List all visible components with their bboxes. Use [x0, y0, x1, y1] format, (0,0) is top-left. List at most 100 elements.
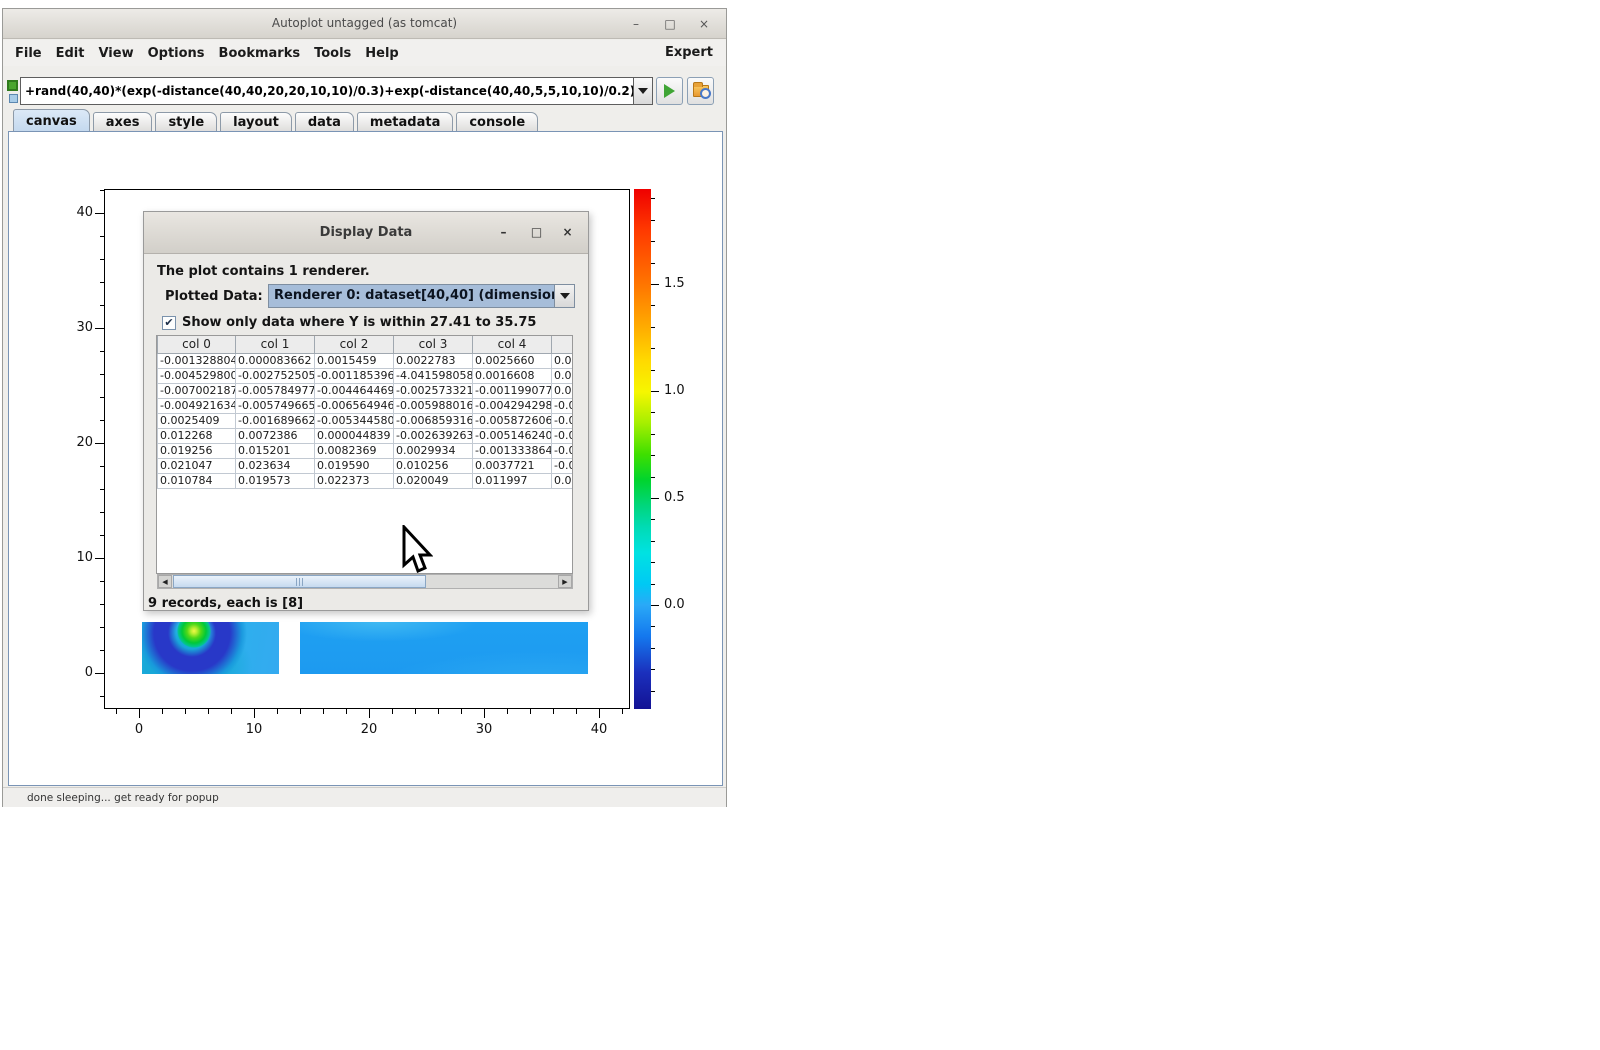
minimize-icon[interactable]: – [626, 14, 646, 34]
table-row[interactable]: -0.007002187...-0.005784977...-0.0044644… [158, 383, 574, 398]
colorbar-minor-tick [651, 198, 655, 199]
table-row[interactable]: 0.0210470.0236340.0195900.0102560.003772… [158, 458, 574, 473]
colorbar-minor-tick [651, 562, 655, 563]
chevron-down-icon [638, 88, 648, 94]
filter-checkbox[interactable]: ✔ [162, 316, 176, 330]
tab-console[interactable]: console [456, 112, 538, 132]
x-axis-tick-label: 0 [124, 722, 154, 737]
table-cell: 0.010256 [394, 458, 473, 473]
table-cell: 0.015201 [236, 443, 315, 458]
table-row[interactable]: 0.0107840.0195730.0223730.0200490.011997… [158, 473, 574, 488]
y-axis-tick-label: 40 [61, 205, 93, 220]
renderer-dropdown-button[interactable] [554, 285, 574, 307]
menu-item-view[interactable]: View [91, 46, 140, 61]
tab-axes[interactable]: axes [93, 112, 153, 132]
y-axis-major-tick [95, 213, 104, 214]
y-axis-minor-tick [100, 512, 105, 513]
table-row[interactable]: 0.0025409-0.001689662...-0.005344580...-… [158, 413, 574, 428]
scroll-right-icon[interactable]: ▶ [558, 575, 572, 588]
datasource-type-green-icon [7, 80, 18, 91]
dialog-title: Display Data [144, 225, 588, 240]
table-cell: -0.001333864... [473, 443, 552, 458]
menu-item-bookmarks[interactable]: Bookmarks [212, 46, 308, 61]
table-cell: -0.005872606... [473, 413, 552, 428]
menu-item-edit[interactable]: Edit [49, 46, 92, 61]
y-axis-tick-label: 20 [61, 435, 93, 450]
table-row[interactable]: -0.004529800...-0.002752505...-0.0011853… [158, 368, 574, 383]
dialog-maximize-icon[interactable]: □ [528, 224, 545, 241]
uri-dropdown-button[interactable] [633, 77, 653, 105]
menu-item-help[interactable]: Help [358, 46, 405, 61]
y-axis-minor-tick [100, 466, 105, 467]
y-axis-minor-tick [100, 627, 105, 628]
menu-item-file[interactable]: File [8, 46, 49, 61]
y-axis-minor-tick [100, 650, 105, 651]
window-titlebar[interactable]: Autoplot untagged (as tomcat) – □ × [3, 9, 726, 39]
window-title: Autoplot untagged (as tomcat) [3, 16, 726, 30]
colorbar-minor-tick [651, 626, 655, 627]
tab-style[interactable]: style [155, 112, 217, 132]
folder-magnifier-icon [693, 85, 709, 97]
renderer-combobox[interactable]: Renderer 0: dataset[40,40] (dimension... [268, 284, 575, 308]
table-row[interactable]: -0.004921634...-0.005749665...-0.0065649… [158, 398, 574, 413]
go-plot-button[interactable] [656, 77, 683, 105]
y-axis-minor-tick [100, 604, 105, 605]
inspect-uri-button[interactable] [687, 77, 714, 105]
table-cell: 0.020049 [394, 473, 473, 488]
table-cell: -4.041598058... [394, 368, 473, 383]
tab-data[interactable]: data [295, 112, 354, 132]
table-cell: -0.002752505... [236, 368, 315, 383]
x-axis-minor-tick [622, 709, 623, 714]
tab-layout[interactable]: layout [220, 112, 292, 132]
table-cell: 0.0022783 [394, 353, 473, 368]
y-axis-minor-tick [100, 374, 105, 375]
x-axis-minor-tick [323, 709, 324, 714]
table-cell: 0.0025409 [158, 413, 236, 428]
maximize-icon[interactable]: □ [660, 14, 680, 34]
colorbar-minor-tick [651, 434, 655, 435]
dialog-close-icon[interactable]: × [559, 224, 576, 241]
x-axis-tick-label: 40 [584, 722, 614, 737]
scroll-left-icon[interactable]: ◀ [158, 575, 172, 588]
table-cell: 0.0016608 [473, 368, 552, 383]
table-cell: -0.005749665... [236, 398, 315, 413]
colorbar-minor-tick [651, 220, 655, 221]
colorbar-tick-label: 1.0 [664, 383, 694, 398]
data-table-container[interactable]: col 0col 1col 2col 3col 4-0.001328804...… [156, 335, 573, 574]
colorbar-major-tick [651, 284, 659, 285]
horizontal-scrollbar[interactable]: ◀ ▶ [157, 574, 573, 589]
colorbar-minor-tick [651, 691, 655, 692]
dialog-minimize-icon[interactable]: – [495, 224, 512, 241]
menu-item-options[interactable]: Options [141, 46, 212, 61]
table-cell: 0.022373 [315, 473, 394, 488]
table-header [552, 336, 574, 353]
colorbar-minor-tick [651, 541, 655, 542]
x-axis-minor-tick [415, 709, 416, 714]
tab-canvas[interactable]: canvas [13, 109, 90, 132]
table-cell: 0.0072386 [236, 428, 315, 443]
colorbar-tick-label: 1.5 [664, 276, 694, 291]
scrollbar-thumb[interactable] [173, 575, 426, 588]
table-cell: -0.005344580... [315, 413, 394, 428]
table-cell: -0.005988016... [394, 398, 473, 413]
close-icon[interactable]: × [694, 14, 714, 34]
uri-input[interactable]: +rand(40,40)*(exp(-distance(40,40,20,20,… [20, 77, 633, 105]
colorbar-minor-tick [651, 477, 655, 478]
table-cell: -0.0 [552, 398, 574, 413]
table-cell: 0.023634 [236, 458, 315, 473]
table-row[interactable]: 0.0192560.0152010.00823690.0029934-0.001… [158, 443, 574, 458]
y-axis-tick-label: 10 [61, 550, 93, 565]
tab-metadata[interactable]: metadata [357, 112, 453, 132]
records-status-text: 9 records, each is [8] [148, 596, 303, 611]
dialog-titlebar[interactable]: Display Data – □ × [144, 212, 588, 254]
x-axis-minor-tick [208, 709, 209, 714]
table-row[interactable]: -0.001328804...0.0000836620.00154590.002… [158, 353, 574, 368]
y-axis-minor-tick [100, 282, 105, 283]
table-row[interactable]: 0.0122680.00723860.000044839-0.002639263… [158, 428, 574, 443]
table-cell: -0.001185396... [315, 368, 394, 383]
x-axis-minor-tick [461, 709, 462, 714]
table-cell: -0.0 [552, 428, 574, 443]
y-axis-major-tick [95, 443, 104, 444]
expert-mode-label[interactable]: Expert [665, 45, 713, 60]
menu-item-tools[interactable]: Tools [307, 46, 358, 61]
